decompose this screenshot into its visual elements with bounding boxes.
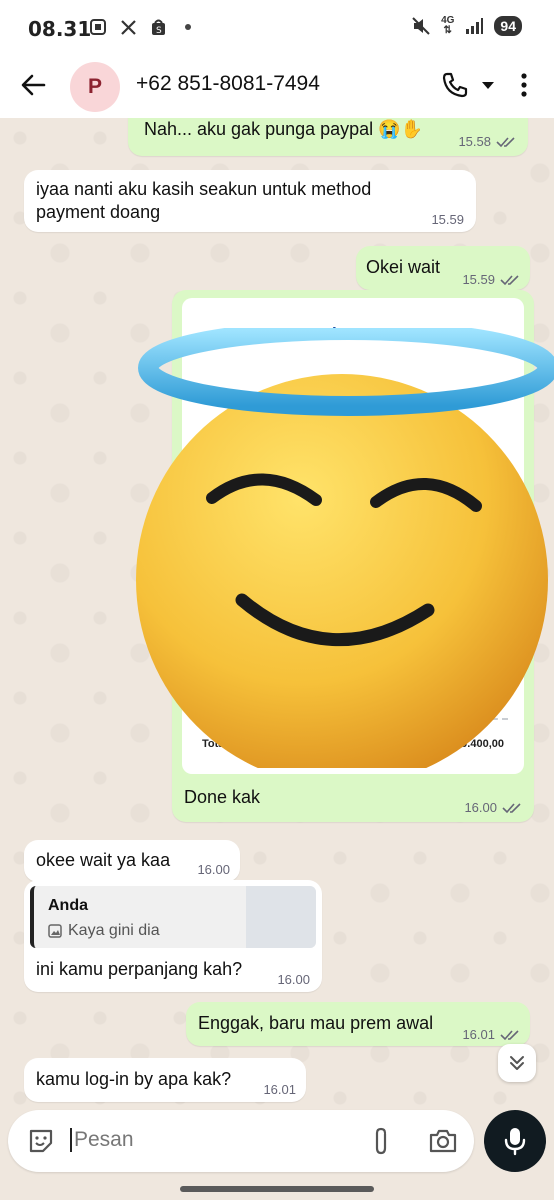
scroll-down-icon[interactable] <box>498 1044 536 1082</box>
message-time: 16.00 <box>197 862 230 877</box>
message-bubble[interactable]: Okei wait 15.59 <box>356 246 530 290</box>
mic-icon <box>504 1128 526 1156</box>
dot-icon <box>178 17 198 37</box>
message-meta: 15.59 <box>462 272 520 287</box>
double-check-icon <box>496 136 515 147</box>
double-check-icon <box>500 1029 519 1040</box>
more-vert-icon[interactable] <box>514 70 534 100</box>
message-bubble[interactable]: Enggak, baru mau prem awal 16.01 <box>186 1002 530 1046</box>
avatar[interactable]: P <box>70 62 120 112</box>
quoted-text-row: Kaya gini dia <box>48 922 160 940</box>
attach-icon[interactable] <box>368 1126 394 1156</box>
camera-icon[interactable] <box>428 1127 458 1155</box>
message-meta: 15.58 <box>458 134 516 149</box>
message-meta: 16.00 <box>464 800 522 815</box>
double-check-icon <box>500 274 519 285</box>
message-text-line: iyaa nanti aku kasih seakun untuk method <box>36 179 372 199</box>
network-type: 4G ⇅ <box>441 15 455 36</box>
contact-name[interactable]: +62 851-8081-7494 <box>136 72 320 96</box>
quoted-author: Anda <box>48 897 88 914</box>
x-icon <box>118 17 138 37</box>
message-composer[interactable]: Pesan <box>8 1110 474 1172</box>
message-caption: Done kak <box>184 787 261 807</box>
mic-button[interactable] <box>484 1110 546 1172</box>
system-indicators: 4G ⇅ 94 <box>411 16 522 36</box>
message-time: 16.01 <box>462 1027 495 1042</box>
quoted-text: Kaya gini dia <box>68 922 160 939</box>
quoted-message[interactable]: Anda Kaya gini dia <box>30 886 316 948</box>
battery-level: 94 <box>494 16 522 36</box>
phone-icon[interactable] <box>440 70 470 100</box>
chat-area[interactable]: Nah... aku gak punga paypal 😭✋ 15.58 iya… <box>0 118 554 1108</box>
message-text: kamu log-in by apa kak? <box>36 1069 232 1089</box>
message-bubble[interactable]: iyaa nanti aku kasih seakun untuk method… <box>24 170 476 232</box>
message-text: ini kamu perpanjang kah? <box>36 959 243 979</box>
reply-message-bubble[interactable]: Anda Kaya gini dia ini kamu perpanjang k… <box>24 880 322 992</box>
double-check-icon <box>502 802 521 813</box>
message-text: Nah... aku gak punga paypal 😭✋ <box>144 119 423 139</box>
message-text-line: payment doang <box>36 202 161 222</box>
message-time: 15.59 <box>431 212 464 227</box>
status-bar: 08.31 S 4G ⇅ 94 <box>0 0 554 56</box>
message-time: 15.58 <box>458 134 491 149</box>
notification-icons: S <box>88 17 198 37</box>
home-indicator <box>180 1186 374 1192</box>
chevron-down-icon[interactable] <box>480 78 496 92</box>
chat-header: P +62 851-8081-7494 <box>0 56 554 118</box>
message-text: Enggak, baru mau prem awal <box>198 1013 434 1033</box>
sticker-icon[interactable] <box>26 1126 56 1156</box>
status-time: 08.31 <box>28 17 92 41</box>
back-arrow-icon[interactable] <box>18 69 50 101</box>
message-input[interactable]: Pesan <box>70 1128 134 1152</box>
message-meta: 16.01 <box>462 1027 520 1042</box>
message-bubble[interactable]: okee wait ya kaa 16.00 <box>24 840 240 882</box>
quoted-thumbnail <box>246 886 316 948</box>
message-bubble[interactable]: Nah... aku gak punga paypal 😭✋ 15.58 <box>128 118 528 156</box>
screenshot-icon <box>88 17 108 37</box>
shopping-bag-icon: S <box>148 17 168 37</box>
mute-icon <box>411 16 431 36</box>
smiling-face-with-halo-emoji <box>136 328 554 768</box>
message-bubble[interactable]: kamu log-in by apa kak? 16.01 <box>24 1058 306 1102</box>
message-time: 16.00 <box>277 972 310 987</box>
message-text: Okei wait <box>366 257 441 277</box>
signal-icon <box>464 16 484 36</box>
message-time: 16.01 <box>263 1082 296 1097</box>
message-time: 15.59 <box>462 272 495 287</box>
svg-text:S: S <box>156 26 162 36</box>
message-time: 16.00 <box>464 800 497 815</box>
image-icon <box>48 924 62 938</box>
message-text: okee wait ya kaa <box>36 850 171 870</box>
